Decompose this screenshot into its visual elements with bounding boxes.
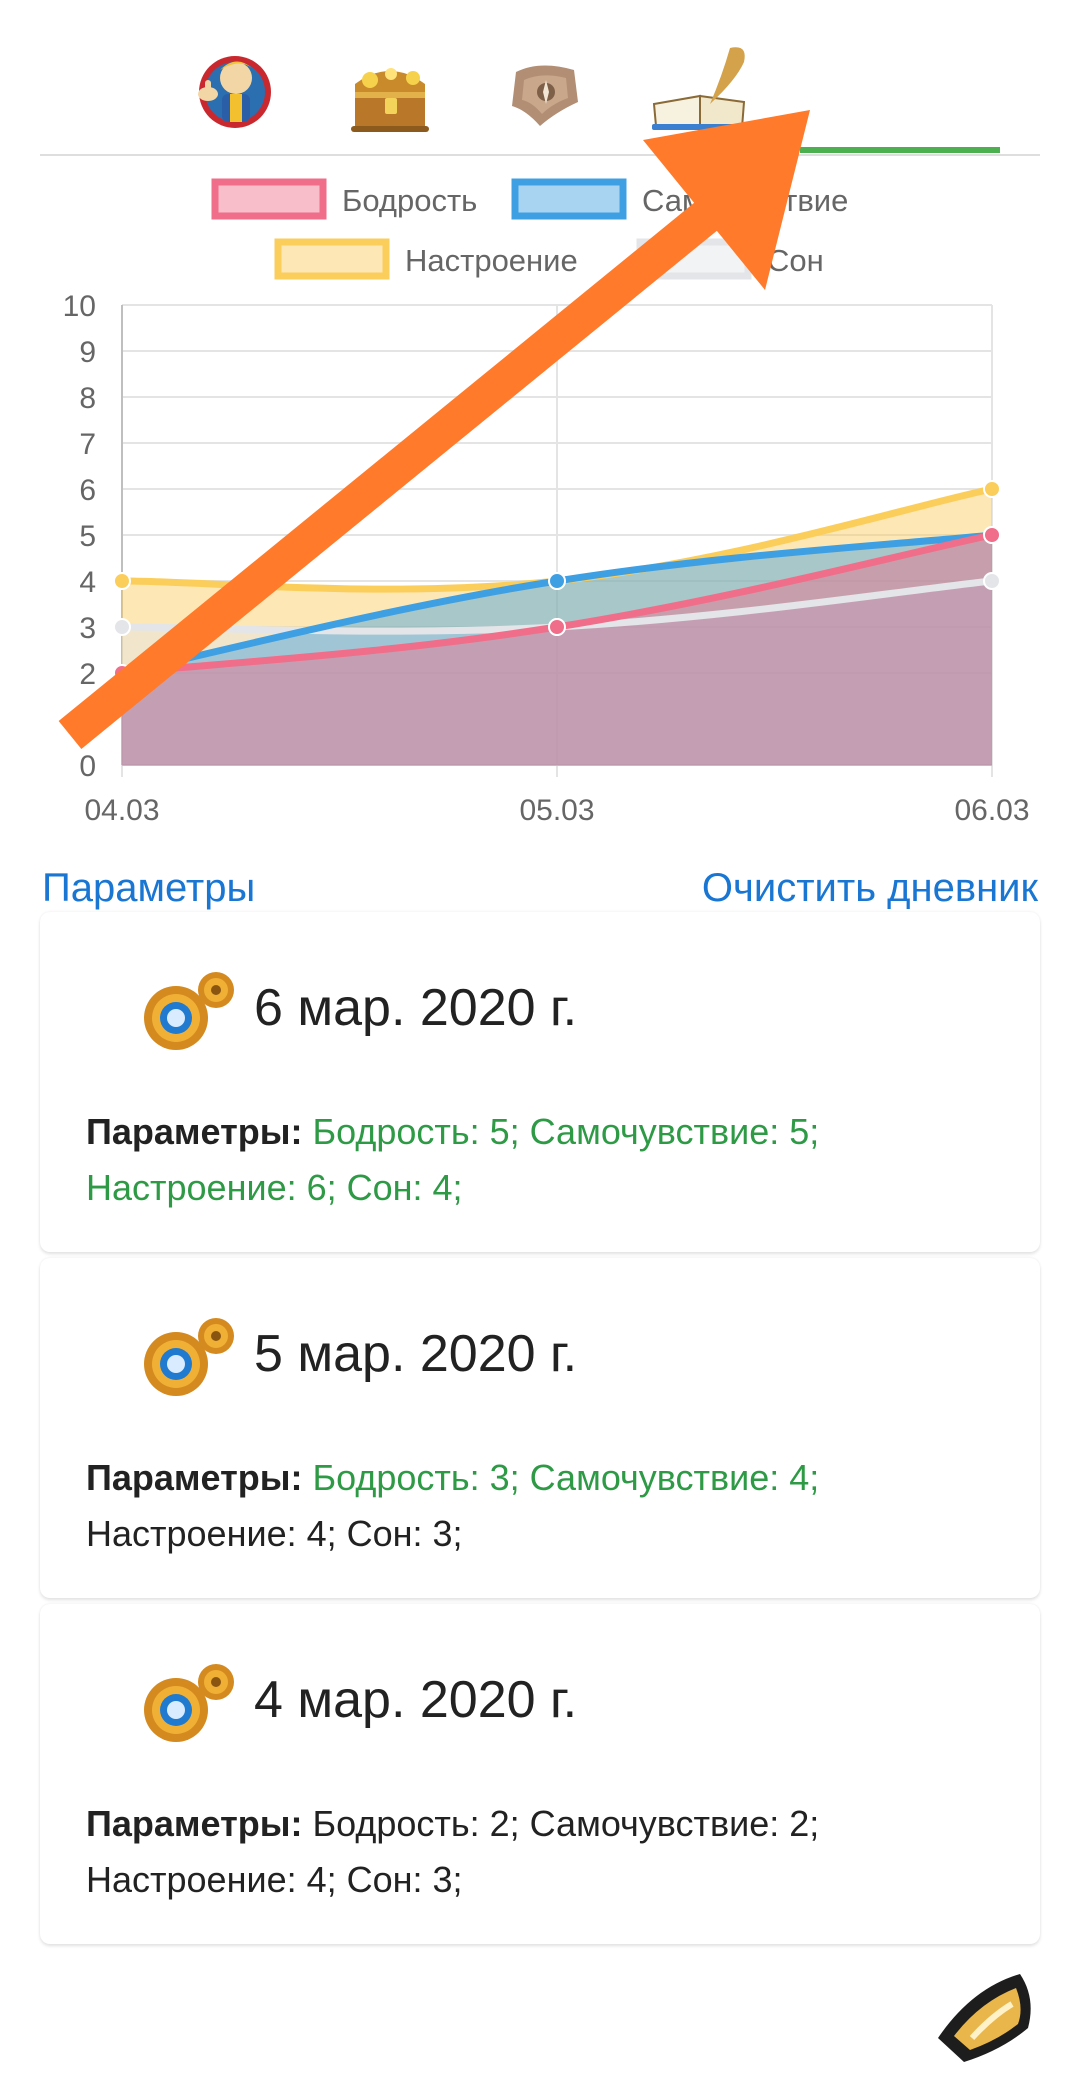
entry-date: 6 мар. 2020 г. (254, 979, 578, 1037)
x-tick-label: 04.03 (84, 794, 159, 827)
entry-parameters: Параметры: Бодрость: 3; Самочувствие: 4;… (86, 1450, 986, 1562)
gears-icon (144, 972, 234, 1050)
diary-entry: 5 мар. 2020 г. Параметры: Бодрость: 3; С… (40, 1258, 1040, 1598)
parameters-label: Параметры: (86, 1111, 303, 1152)
quill-fab-icon (938, 1974, 1031, 2062)
parameters-link[interactable]: Параметры (42, 858, 255, 918)
data-point (113, 664, 131, 682)
legend-label: Настроение (405, 243, 578, 278)
data-point (983, 480, 1001, 498)
vault-boy-icon (198, 56, 271, 128)
y-tick-label: 4 (79, 566, 96, 599)
data-point (113, 618, 131, 636)
action-links: Параметры Очистить дневник (40, 858, 1040, 918)
legend-swatch (511, 178, 627, 220)
tab-map-scroll[interactable] (480, 40, 610, 140)
y-tick-label: 7 (79, 428, 96, 461)
entry-parameters: Параметры: Бодрость: 2; Самочувствие: 2;… (86, 1796, 986, 1908)
map-scroll-icon (512, 65, 578, 126)
data-point (548, 618, 566, 636)
treasure-chest-icon (351, 68, 429, 132)
tab-bar (40, 0, 1040, 156)
y-tick-label: 2 (79, 658, 96, 691)
parameters-values: Настроение: 4; Сон: 3; (86, 1513, 463, 1554)
gears-icon (144, 1318, 234, 1396)
tab-treasure-chest[interactable] (325, 40, 455, 140)
y-tick-label: 5 (79, 520, 96, 553)
tab-bar-divider (40, 154, 1040, 156)
active-tab-indicator (800, 147, 1000, 153)
x-tick-label: 05.03 (519, 794, 594, 827)
data-point (983, 572, 1001, 590)
y-tick-label: 9 (79, 336, 96, 369)
data-point (113, 572, 131, 590)
entry-parameters: Параметры: Бодрость: 5; Самочувствие: 5;… (86, 1104, 986, 1216)
chart-svg: Бодрость Самочувствие Настроение Сон 0 2 3 4 5 6 7… (63, 178, 1030, 827)
data-point (548, 572, 566, 590)
legend-label: Сон (767, 243, 824, 278)
legend-swatch (636, 238, 752, 280)
diary-entry: 4 мар. 2020 г. Параметры: Бодрость: 2; С… (40, 1604, 1040, 1944)
mood-chart: Бодрость Самочувствие Настроение Сон 0 2 3 4 5 6 7… (0, 160, 1080, 840)
x-tick-label: 06.03 (954, 794, 1029, 827)
diary-entry: 6 мар. 2020 г. Параметры: Бодрость: 5; С… (40, 912, 1040, 1252)
diary-quill-icon (652, 47, 746, 130)
tab-vault-boy[interactable] (170, 40, 300, 140)
parameters-label: Параметры: (86, 1803, 303, 1844)
parameters-label: Параметры: (86, 1457, 303, 1498)
y-tick-label: 10 (63, 290, 96, 323)
y-tick-label: 6 (79, 474, 96, 507)
data-point (983, 526, 1001, 544)
parameters-values-green: Бодрость: 3; Самочувствие: 4; (312, 1457, 820, 1498)
legend-swatch (211, 178, 327, 220)
legend-label: Бодрость (342, 183, 477, 218)
legend-label: Самочувствие (642, 183, 848, 218)
legend-swatch (274, 238, 390, 280)
y-tick-label: 3 (79, 612, 96, 645)
gears-icon (144, 1664, 234, 1742)
y-tick-label: 8 (79, 382, 96, 415)
tab-diary[interactable] (640, 40, 770, 140)
entry-date: 5 мар. 2020 г. (254, 1325, 578, 1383)
add-entry-fab[interactable] (932, 1968, 1044, 2068)
clear-diary-link[interactable]: Очистить дневник (702, 858, 1038, 918)
y-tick-label: 0 (79, 750, 96, 783)
entry-date: 4 мар. 2020 г. (254, 1671, 578, 1729)
